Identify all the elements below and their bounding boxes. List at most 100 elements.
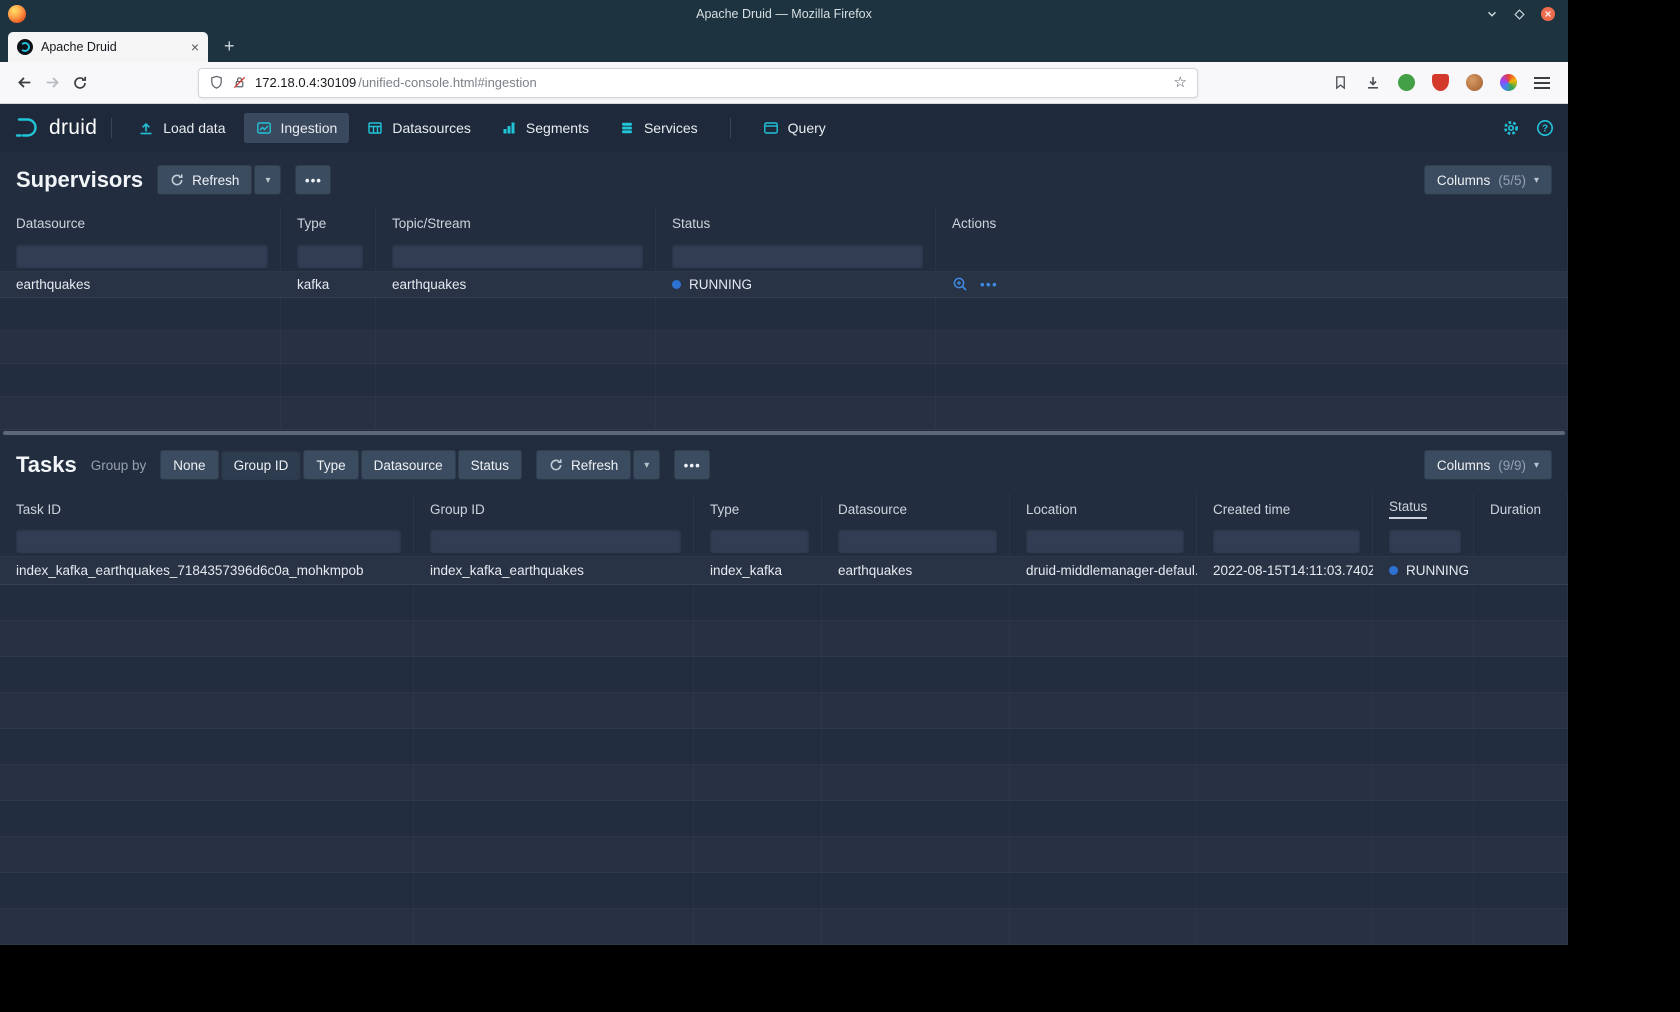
tasks-filter-datasource[interactable]	[838, 529, 997, 553]
supervisors-filter-datasource[interactable]	[16, 244, 268, 268]
tasks-empty-rows	[0, 585, 1568, 945]
task-location[interactable]: druid-middlemanager-defaul...	[1010, 557, 1197, 584]
empty-cell	[1373, 729, 1474, 764]
extension-brown-icon[interactable]	[1466, 74, 1483, 91]
row-actions-more-icon[interactable]: •••	[980, 277, 998, 292]
column-header[interactable]: Location	[1010, 493, 1197, 525]
downloads-icon[interactable]	[1365, 75, 1381, 91]
supervisors-filter-type[interactable]	[297, 244, 363, 268]
nav-label: Ingestion	[281, 120, 338, 136]
tracking-shield-icon[interactable]	[209, 75, 224, 90]
browser-tab[interactable]: Apache Druid ×	[8, 32, 208, 62]
pocket-save-icon[interactable]	[1333, 75, 1348, 90]
column-header[interactable]: Type	[281, 208, 376, 240]
column-header[interactable]: Datasource	[0, 208, 281, 240]
tasks-refresh-caret-button[interactable]: ▾	[633, 450, 660, 480]
supervisor-status[interactable]: RUNNING	[656, 272, 936, 296]
group-by-group-id-button[interactable]: Group ID	[221, 450, 302, 480]
tasks-refresh-button[interactable]: Refresh	[536, 450, 631, 480]
task-duration[interactable]	[1474, 557, 1568, 584]
task-group-id[interactable]: index_kafka_earthquakes	[414, 557, 694, 584]
column-header[interactable]: Topic/Stream	[376, 208, 656, 240]
task-type[interactable]: index_kafka	[694, 557, 822, 584]
url-bar[interactable]: 172.18.0.4:30109/unified-console.html#in…	[198, 68, 1198, 98]
settings-gear-icon[interactable]	[1502, 119, 1520, 137]
tasks-more-button[interactable]: •••	[674, 450, 710, 480]
supervisor-type[interactable]: kafka	[281, 272, 376, 296]
column-header[interactable]: Datasource	[822, 493, 1010, 525]
nav-ingestion[interactable]: Ingestion	[244, 113, 350, 143]
empty-cell	[1197, 693, 1373, 728]
tab-close-icon[interactable]: ×	[191, 40, 199, 54]
bookmark-star-icon[interactable]: ☆	[1174, 75, 1187, 90]
column-header[interactable]: Group ID	[414, 493, 694, 525]
group-by-status-button[interactable]: Status	[458, 450, 522, 480]
nav-label: Load data	[163, 120, 225, 136]
tasks-filter-created-time[interactable]	[1213, 529, 1360, 553]
window-minimize-icon[interactable]	[1485, 7, 1499, 21]
new-tab-button[interactable]: +	[224, 37, 235, 55]
empty-cell	[1474, 873, 1568, 908]
nav-load-data[interactable]: Load data	[126, 113, 237, 143]
task-id[interactable]: index_kafka_earthquakes_7184357396d6c0a_…	[0, 557, 414, 584]
tasks-filter-location[interactable]	[1026, 529, 1184, 553]
task-datasource[interactable]: earthquakes	[822, 557, 1010, 584]
menu-hamburger-icon[interactable]	[1534, 77, 1550, 79]
column-header[interactable]: Duration	[1474, 493, 1568, 525]
nav-segments[interactable]: Segments	[489, 113, 601, 143]
desktop: Apache Druid — Mozilla Firefox Apache Dr…	[0, 0, 1680, 1012]
nav-datasources[interactable]: Datasources	[355, 113, 483, 143]
empty-cell	[694, 693, 822, 728]
column-header[interactable]: Created time	[1197, 493, 1373, 525]
group-by-datasource-button[interactable]: Datasource	[361, 450, 456, 480]
task-row-index-kafka[interactable]: index_kafka_earthquakes_7184357396d6c0a_…	[0, 557, 1568, 585]
extension-pinwheel-icon[interactable]	[1500, 74, 1517, 91]
inspect-magnifier-icon[interactable]	[952, 276, 968, 292]
supervisors-filter-topic[interactable]	[392, 244, 643, 268]
nav-services[interactable]: Services	[607, 113, 710, 143]
horizontal-scrollbar[interactable]	[0, 430, 1568, 438]
empty-cell	[694, 621, 822, 656]
supervisor-row-earthquakes[interactable]: earthquakes kafka earthquakes RUNNING ••…	[0, 272, 1568, 297]
column-header[interactable]: Type	[694, 493, 822, 525]
window-close-icon[interactable]	[1540, 6, 1556, 22]
supervisors-more-button[interactable]: •••	[295, 165, 331, 195]
empty-cell	[656, 364, 936, 396]
column-header-sorted[interactable]: Status	[1373, 493, 1474, 525]
empty-table-row	[0, 801, 1568, 837]
tasks-filter-group-id[interactable]	[430, 529, 681, 553]
supervisors-filter-status[interactable]	[672, 244, 923, 268]
druid-brand[interactable]: druid	[14, 115, 97, 141]
supervisors-filter-row	[0, 240, 1568, 272]
column-header[interactable]: Actions	[936, 208, 1568, 240]
empty-cell	[694, 801, 822, 836]
ublock-extension-icon[interactable]	[1432, 74, 1449, 91]
extension-green-icon[interactable]	[1398, 74, 1415, 91]
insecure-lock-icon[interactable]	[232, 75, 247, 90]
forward-icon[interactable]	[38, 69, 66, 97]
tasks-filter-task-id[interactable]	[16, 529, 401, 553]
supervisors-columns-button[interactable]: Columns (5/5) ▾	[1424, 165, 1552, 195]
nav-query[interactable]: Query	[751, 113, 838, 143]
reload-icon[interactable]	[66, 69, 94, 97]
window-maximize-icon[interactable]	[1513, 8, 1526, 21]
group-by-type-button[interactable]: Type	[303, 450, 358, 480]
help-icon[interactable]: ?	[1536, 119, 1554, 137]
task-status[interactable]: RUNNING	[1373, 557, 1474, 584]
tasks-filter-type[interactable]	[710, 529, 809, 553]
tasks-columns-button[interactable]: Columns (9/9) ▾	[1424, 450, 1552, 480]
task-created-time[interactable]: 2022-08-15T14:11:03.740Z	[1197, 557, 1373, 584]
empty-table-row	[0, 621, 1568, 657]
empty-cell	[281, 397, 376, 429]
column-header[interactable]: Status	[656, 208, 936, 240]
scrollbar-thumb[interactable]	[3, 431, 1565, 435]
tasks-filter-status[interactable]	[1389, 529, 1461, 553]
column-header[interactable]: Task ID	[0, 493, 414, 525]
supervisors-refresh-caret-button[interactable]: ▾	[254, 165, 281, 195]
supervisor-topic[interactable]: earthquakes	[376, 272, 656, 296]
empty-cell	[936, 364, 1568, 396]
supervisor-datasource[interactable]: earthquakes	[0, 272, 281, 296]
supervisors-refresh-button[interactable]: Refresh	[157, 165, 252, 195]
back-icon[interactable]	[10, 69, 38, 97]
group-by-none-button[interactable]: None	[160, 450, 218, 480]
